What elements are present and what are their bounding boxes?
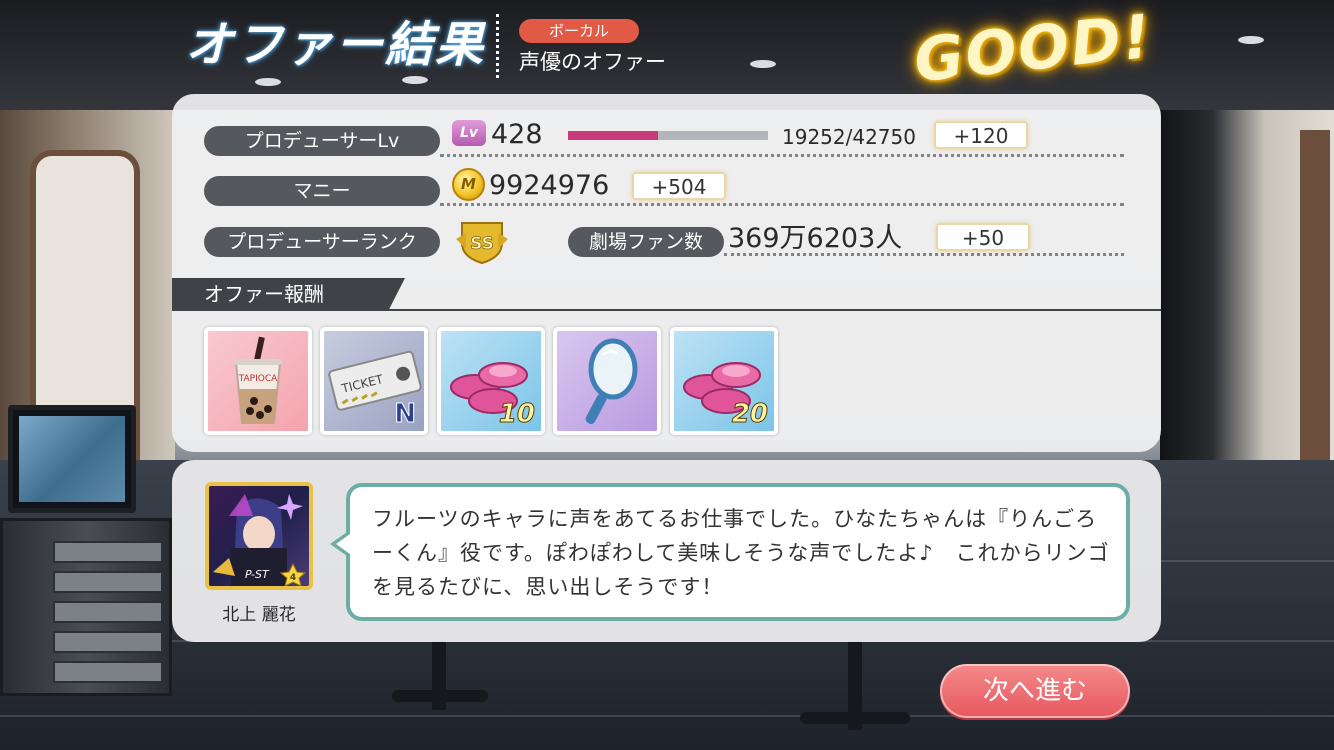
row-divider [440, 154, 1124, 157]
money-value: 9924976 [489, 170, 610, 201]
category-badge: ボーカル [519, 19, 639, 43]
money-coin-icon: M [452, 168, 485, 201]
producer-rank-label: プロデューサーランク [204, 227, 440, 257]
idol-card-portrait[interactable]: P-ST 4 [205, 482, 313, 590]
reward-item-ticket[interactable]: TICKET N [320, 327, 428, 435]
dialog-message: フルーツのキャラに声をあてるお仕事でした。ひなたちゃんは『りんごろーくん』役です… [372, 507, 1110, 599]
exp-gain: +120 [934, 121, 1028, 149]
studio-monitor [8, 405, 136, 513]
page-title: オファー結果 [185, 17, 486, 73]
reward-quantity: 10 [498, 399, 535, 430]
card-rank-label: 4 [290, 573, 296, 583]
exp-progress-bar [568, 131, 768, 140]
exp-progress-fill [568, 131, 658, 140]
fans-gain: +50 [936, 223, 1030, 251]
reward-quantity: 20 [731, 399, 768, 430]
producer-lv-label: プロデューサーLv [204, 126, 440, 156]
exp-value: 19252/42750 [782, 125, 916, 149]
ceiling-light [750, 60, 776, 68]
rewards-section-title: オファー報酬 [172, 278, 405, 310]
idol-portrait-image: P-ST 4 [213, 494, 307, 586]
theater-fans-value: 369万6203人 [728, 223, 903, 254]
reward-item-mirror[interactable] [553, 327, 661, 435]
character-name: 北上 麗花 [222, 605, 296, 625]
offer-name: 声優のオファー [519, 50, 666, 74]
equipment-rack [0, 518, 172, 696]
rank-text: SS [470, 234, 494, 254]
tapioca-drink-icon: TAPIOCA [234, 336, 282, 424]
row-divider [724, 253, 1124, 256]
next-button[interactable]: 次へ進む [940, 664, 1130, 718]
header-divider [496, 14, 499, 78]
hand-mirror-icon [585, 338, 638, 425]
ceiling-light [1238, 36, 1264, 44]
producer-level: 428 [491, 119, 543, 150]
card-type-label: P-ST [245, 568, 270, 581]
svg-text:TAPIOCA: TAPIOCA [238, 374, 278, 384]
money-label: マニー [204, 176, 440, 206]
reward-item-coins-20[interactable]: 20 [670, 327, 778, 435]
level-icon: Lv [452, 120, 486, 146]
rewards-section-line [172, 309, 1161, 311]
reward-item-coins-10[interactable]: 10 [437, 327, 545, 435]
ticket-grade: N [394, 399, 417, 430]
theater-fans-label: 劇場ファン数 [568, 227, 724, 257]
money-gain: +504 [632, 172, 726, 200]
row-divider [440, 203, 1124, 206]
rank-ss-shield-icon: SS [456, 222, 508, 265]
reward-item-tapioca[interactable]: TAPIOCA [204, 327, 312, 435]
